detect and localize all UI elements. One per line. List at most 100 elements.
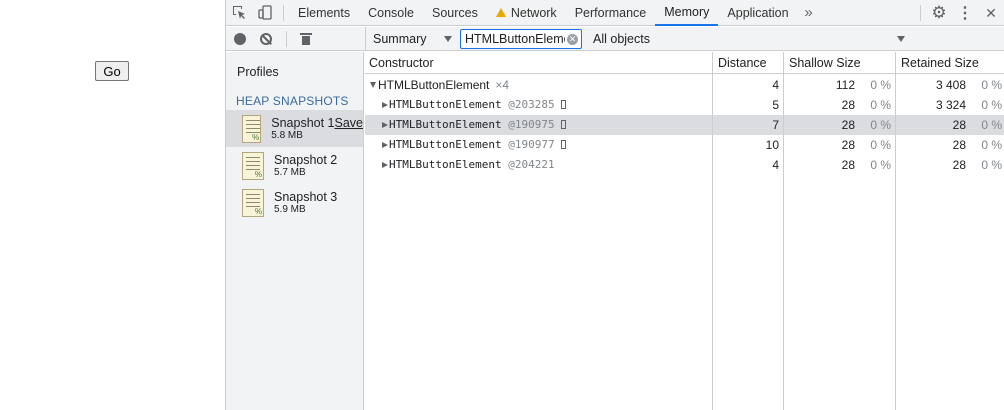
close-icon[interactable]: ✕: [978, 0, 1004, 26]
objects-scope-label: All objects: [593, 32, 650, 46]
more-tabs-icon[interactable]: »: [798, 4, 820, 21]
distance-cell: 7: [772, 118, 779, 132]
devtools-tab-bar: Elements Console Sources Network Perform…: [226, 0, 1004, 26]
save-snapshot-link[interactable]: Save: [335, 116, 364, 130]
shallow-size-cell: 112: [835, 78, 855, 92]
node-icon: [560, 100, 566, 109]
tab-performance[interactable]: Performance: [566, 0, 656, 26]
column-divider[interactable]: [783, 52, 784, 410]
shallow-percent-cell: 0 %: [870, 118, 891, 132]
column-divider[interactable]: [895, 52, 896, 410]
tab-console[interactable]: Console: [359, 0, 423, 26]
snapshot-item[interactable]: Snapshot 3 5.9 MB: [226, 184, 363, 221]
column-retained-size[interactable]: Retained Size: [901, 56, 979, 70]
retained-size-cell: 28: [952, 158, 966, 172]
tab-elements[interactable]: Elements: [289, 0, 359, 26]
snapshot-item[interactable]: Snapshot 2 5.7 MB: [226, 147, 363, 184]
shallow-size-cell: 28: [841, 138, 855, 152]
table-header: Constructor Distance Shallow Size Retain…: [365, 52, 1004, 74]
snapshot-size: 5.7 MB: [274, 167, 306, 178]
toolbar-divider: [920, 5, 921, 21]
clear-icon[interactable]: [260, 33, 272, 45]
tab-network-label: Network: [510, 5, 557, 20]
column-distance[interactable]: Distance: [718, 56, 767, 70]
shallow-size-cell: 28: [841, 118, 855, 132]
node-icon: [560, 120, 566, 129]
record-icon[interactable]: [234, 33, 246, 45]
heap-snapshot-icon: [242, 151, 264, 180]
retained-size-cell: 28: [952, 138, 966, 152]
column-constructor[interactable]: Constructor: [369, 56, 434, 70]
expand-triangle-icon[interactable]: [382, 142, 388, 148]
trash-icon[interactable]: [300, 33, 312, 45]
retained-percent-cell: 0 %: [981, 158, 1002, 172]
snapshot-name: Snapshot 1Save: [271, 116, 363, 130]
heap-snapshots-heading: HEAP SNAPSHOTS: [236, 94, 349, 108]
toolbar-divider: [283, 4, 284, 21]
retained-percent-cell: 0 %: [981, 118, 1002, 132]
heap-summary-table: Constructor Distance Shallow Size Retain…: [365, 52, 1004, 410]
tab-memory[interactable]: Memory: [655, 0, 719, 26]
expand-triangle-icon[interactable]: [382, 122, 388, 128]
chevron-down-icon: [444, 36, 452, 42]
table-row-group[interactable]: HTMLButtonElement ×4 4 112 0 % 3 408 0 %: [365, 75, 1004, 95]
snapshot-name: Snapshot 2: [274, 153, 338, 167]
kebab-menu-icon[interactable]: ⋮: [952, 0, 978, 26]
inspect-element-icon[interactable]: [226, 0, 252, 26]
clear-filter-icon[interactable]: ✕: [567, 34, 578, 45]
distance-cell: 5: [772, 98, 779, 112]
shallow-percent-cell: 0 %: [870, 98, 891, 112]
column-divider[interactable]: [712, 52, 713, 410]
retained-percent-cell: 0 %: [981, 98, 1002, 112]
toolbar-divider: [286, 31, 287, 47]
inspected-page: Go: [0, 0, 226, 410]
distance-cell: 10: [765, 138, 779, 152]
shallow-size-cell: 28: [841, 158, 855, 172]
table-row[interactable]: HTMLButtonElement @190975 7 28 0 % 28 0 …: [365, 115, 1004, 135]
distance-cell: 4: [772, 158, 779, 172]
profiles-title: Profiles: [237, 65, 279, 79]
distance-cell: 4: [772, 78, 779, 92]
retained-size-cell: 3 324: [935, 98, 966, 112]
snapshot-size: 5.9 MB: [274, 204, 306, 215]
snapshot-view-controls: Summary HTMLButtonElement ✕ All objects: [365, 27, 1004, 51]
table-row[interactable]: HTMLButtonElement @190977 10 28 0 % 28 0…: [365, 135, 1004, 155]
retained-percent-cell: 0 %: [981, 78, 1002, 92]
devtools-panel: Elements Console Sources Network Perform…: [225, 0, 1004, 410]
column-shallow-size[interactable]: Shallow Size: [789, 56, 861, 70]
shallow-size-cell: 28: [841, 98, 855, 112]
device-toolbar-icon[interactable]: [252, 0, 278, 26]
snapshot-size: 5.8 MB: [271, 130, 303, 141]
objects-scope-select[interactable]: All objects: [593, 27, 905, 51]
expand-triangle-icon[interactable]: [370, 82, 376, 88]
shallow-percent-cell: 0 %: [870, 78, 891, 92]
snapshot-item[interactable]: Snapshot 1Save 5.8 MB: [226, 110, 363, 147]
shallow-percent-cell: 0 %: [870, 158, 891, 172]
constructor-cell: HTMLButtonElement @204221: [382, 158, 555, 171]
chevron-down-icon: [897, 36, 905, 42]
constructor-cell: HTMLButtonElement @203285: [382, 98, 566, 111]
class-filter-value: HTMLButtonElement: [465, 32, 565, 46]
table-row[interactable]: HTMLButtonElement @204221 4 28 0 % 28 0 …: [365, 155, 1004, 175]
memory-toolbar: Summary HTMLButtonElement ✕ All objects: [226, 27, 1004, 51]
constructor-cell: HTMLButtonElement @190975: [382, 118, 566, 131]
gear-icon[interactable]: ⚙: [926, 0, 952, 26]
shallow-percent-cell: 0 %: [870, 138, 891, 152]
table-row[interactable]: HTMLButtonElement @203285 5 28 0 % 3 324…: [365, 95, 1004, 115]
node-icon: [560, 140, 566, 149]
tab-network[interactable]: Network: [487, 0, 566, 26]
class-filter-input[interactable]: HTMLButtonElement ✕: [460, 29, 582, 49]
tab-sources[interactable]: Sources: [423, 0, 487, 26]
profiles-sidebar: Profiles HEAP SNAPSHOTS Snapshot 1Save 5…: [226, 52, 364, 410]
retained-percent-cell: 0 %: [981, 138, 1002, 152]
expand-triangle-icon[interactable]: [382, 162, 388, 168]
view-mode-select[interactable]: Summary: [366, 32, 460, 46]
constructor-cell: HTMLButtonElement ×4: [370, 78, 509, 92]
retained-size-cell: 28: [952, 118, 966, 132]
retained-size-cell: 3 408: [935, 78, 966, 92]
go-button[interactable]: Go: [95, 61, 129, 81]
tab-application[interactable]: Application: [718, 0, 797, 26]
constructor-cell: HTMLButtonElement @190977: [382, 138, 566, 151]
view-mode-label: Summary: [373, 32, 427, 46]
expand-triangle-icon[interactable]: [382, 102, 388, 108]
